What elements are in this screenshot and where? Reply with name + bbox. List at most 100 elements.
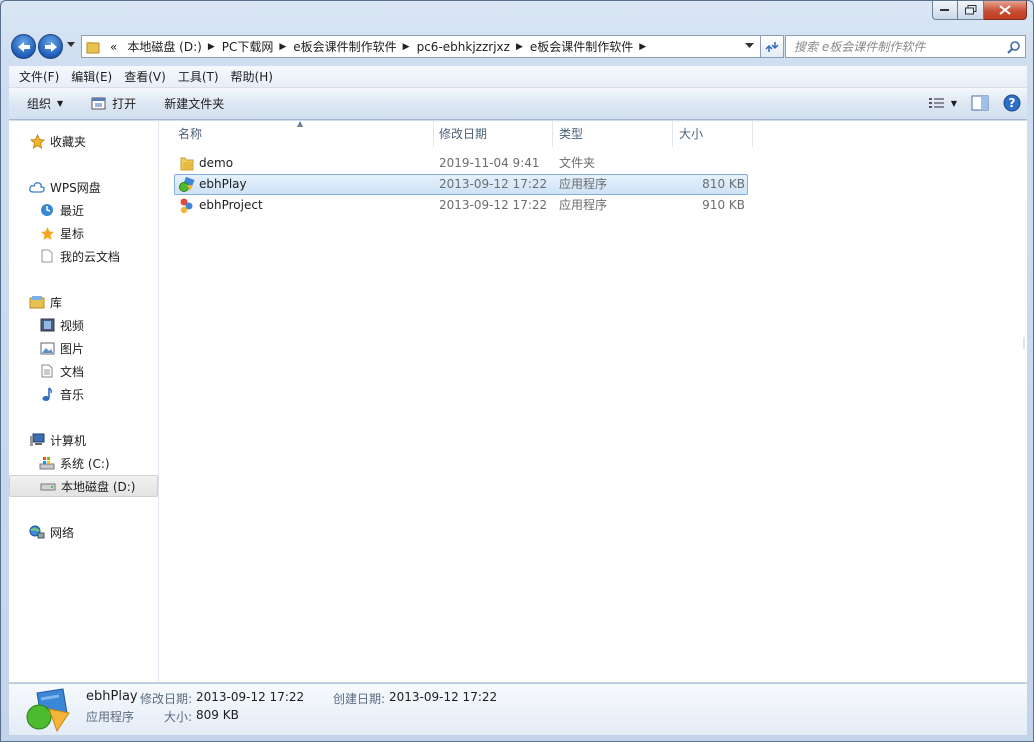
menu-help[interactable]: 帮助(H) [225,68,279,85]
minimize-icon [940,9,949,11]
organize-button[interactable]: 组织 ▼ [19,95,71,112]
sidebar-item-starred[interactable]: 星标 [9,222,158,244]
address-bar[interactable]: « 本地磁盘 (D:) ▶ PC下载网 ▶ e板会课件制作软件 ▶ pc6-eb… [81,35,761,58]
sidebar-item-videos[interactable]: 视频 [9,314,158,336]
address-history-dropdown-icon[interactable] [745,43,754,49]
sidebar-item-my-cloud-docs[interactable]: 我的云文档 [9,245,158,267]
details-size-label: 大小: [164,710,193,724]
sidebar-item-libraries[interactable]: 库 [9,291,158,313]
breadcrumb-item[interactable]: PC下载网 ▶ [218,36,290,57]
sidebar-item-label: 图片 [60,341,85,356]
sidebar-item-label: 本地磁盘 (D:) [61,479,136,494]
sidebar-item-drive-c[interactable]: 系统 (C:) [9,452,158,474]
refresh-button[interactable] [761,35,784,58]
svg-text:?: ? [1009,96,1016,110]
back-button[interactable] [11,34,36,59]
sidebar-item-computer[interactable]: 计算机 [9,429,158,451]
ebhproject-app-icon [180,198,193,214]
organize-label: 组织 [27,97,52,111]
breadcrumb-item[interactable]: 本地磁盘 (D:) ▶ [123,36,217,57]
star-icon [39,225,55,241]
arrow-left-icon [17,41,30,52]
breadcrumb-arrow-icon[interactable]: ▶ [208,42,218,52]
column-header-size[interactable]: 大小 [673,121,753,147]
file-row[interactable]: demo 2019-11-04 9:41 文件夹 [174,153,748,174]
command-bar: 组织 ▼ 打开 新建文件夹 ▼ ? [9,88,1027,120]
breadcrumb-arrow-icon[interactable]: ▶ [279,42,289,52]
search-icon[interactable] [1007,40,1021,54]
preview-pane-icon[interactable] [971,95,989,111]
open-button[interactable]: 打开 [83,95,144,112]
breadcrumb-label: 本地磁盘 (D:) [127,40,202,54]
sidebar-item-label: 系统 (C:) [60,456,110,471]
sidebar-item-label: 音乐 [60,387,85,402]
navigation-bar: « 本地磁盘 (D:) ▶ PC下载网 ▶ e板会课件制作软件 ▶ pc6-eb… [9,32,1029,60]
new-folder-button[interactable]: 新建文件夹 [156,95,232,112]
sidebar-item-documents[interactable]: 文档 [9,360,158,382]
arrow-right-icon [44,41,57,52]
breadcrumb-label: e板会课件制作软件 [293,40,397,54]
column-header-modified[interactable]: 修改日期 [433,121,553,147]
breadcrumb-overflow[interactable]: « [106,36,123,57]
forward-button[interactable] [38,34,63,59]
document-icon [39,248,55,264]
menu-edit[interactable]: 编辑(E) [65,68,118,85]
sidebar-item-label: 星标 [60,226,85,241]
file-name: ebhProject [199,198,263,212]
hard-drive-icon [40,478,56,494]
breadcrumb-label: pc6-ebhkjzzrjxz [416,39,510,54]
breadcrumb-label: PC下载网 [221,40,274,54]
maximize-button[interactable] [958,1,984,20]
sidebar-item-favorites[interactable]: 收藏夹 [9,130,158,152]
content-area: 收藏夹 WPS网盘 最近 星标 我的云文档 库 视频 图片 文档 音乐 计算机 … [9,119,1027,682]
close-button[interactable] [984,1,1027,20]
details-pane: ebhPlay 修改日期: 2013-09-12 17:22 创建日期: 201… [9,683,1027,735]
library-icon [29,294,45,310]
star-icon [29,133,45,149]
view-controls: ▼ ? [928,94,1021,112]
restore-icon [964,5,976,15]
resize-grip-icon[interactable] [1021,336,1027,350]
open-window-icon [91,97,106,109]
file-row[interactable]: ebhPlay 2013-09-12 17:22 应用程序 810 KB [174,174,748,195]
system-drive-icon [39,455,55,471]
sidebar-item-network[interactable]: 网络 [9,521,158,543]
breadcrumb-arrow-icon[interactable]: ▶ [403,42,413,52]
recent-pages-dropdown[interactable] [67,42,75,48]
breadcrumb-item[interactable]: pc6-ebhkjzzrjxz ▶ [413,36,526,57]
search-placeholder: 搜索 e板会课件制作软件 [794,40,926,54]
sidebar-item-recent[interactable]: 最近 [9,199,158,221]
help-icon[interactable]: ? [1003,94,1021,112]
sidebar-item-pictures[interactable]: 图片 [9,337,158,359]
sidebar-item-label: 网络 [50,525,75,540]
column-header-name[interactable]: 名称 [172,121,434,147]
sidebar-item-drive-d[interactable]: 本地磁盘 (D:) [9,475,158,497]
breadcrumb-item[interactable]: e板会课件制作软件 ▶ [289,36,412,57]
file-size: 810 KB [702,177,745,191]
minimize-button[interactable] [932,1,958,20]
breadcrumb-arrow-icon[interactable]: ▶ [516,42,526,52]
sidebar-item-label: 收藏夹 [50,134,87,149]
document-icon [39,363,55,379]
details-created-value: 2013-09-12 17:22 [389,690,498,704]
menu-file[interactable]: 文件(F) [13,68,65,85]
file-type: 应用程序 [559,177,608,191]
chevron-down-icon: ▼ [57,99,64,108]
menu-tools[interactable]: 工具(T) [172,68,225,85]
file-name: demo [199,156,234,170]
file-size [679,154,745,173]
explorer-window: « 本地磁盘 (D:) ▶ PC下载网 ▶ e板会课件制作软件 ▶ pc6-eb… [0,0,1034,742]
column-header-label: 类型 [559,127,584,141]
menu-view[interactable]: 查看(V) [118,68,172,85]
clock-icon [39,202,55,218]
file-row[interactable]: ebhProject 2013-09-12 17:22 应用程序 910 KB [174,195,748,216]
sidebar-item-wps-cloud[interactable]: WPS网盘 [9,176,158,198]
search-input[interactable]: 搜索 e板会课件制作软件 [785,35,1026,58]
breadcrumb-arrow-icon[interactable]: ▶ [639,42,649,52]
column-header-type[interactable]: 类型 [553,121,673,147]
ebhplay-app-icon [179,176,195,192]
change-view-button[interactable]: ▼ [928,97,957,109]
breadcrumb-item[interactable]: e板会课件制作软件 ▶ [526,36,649,57]
sidebar-item-label: 最近 [60,203,85,218]
sidebar-item-music[interactable]: 音乐 [9,383,158,405]
